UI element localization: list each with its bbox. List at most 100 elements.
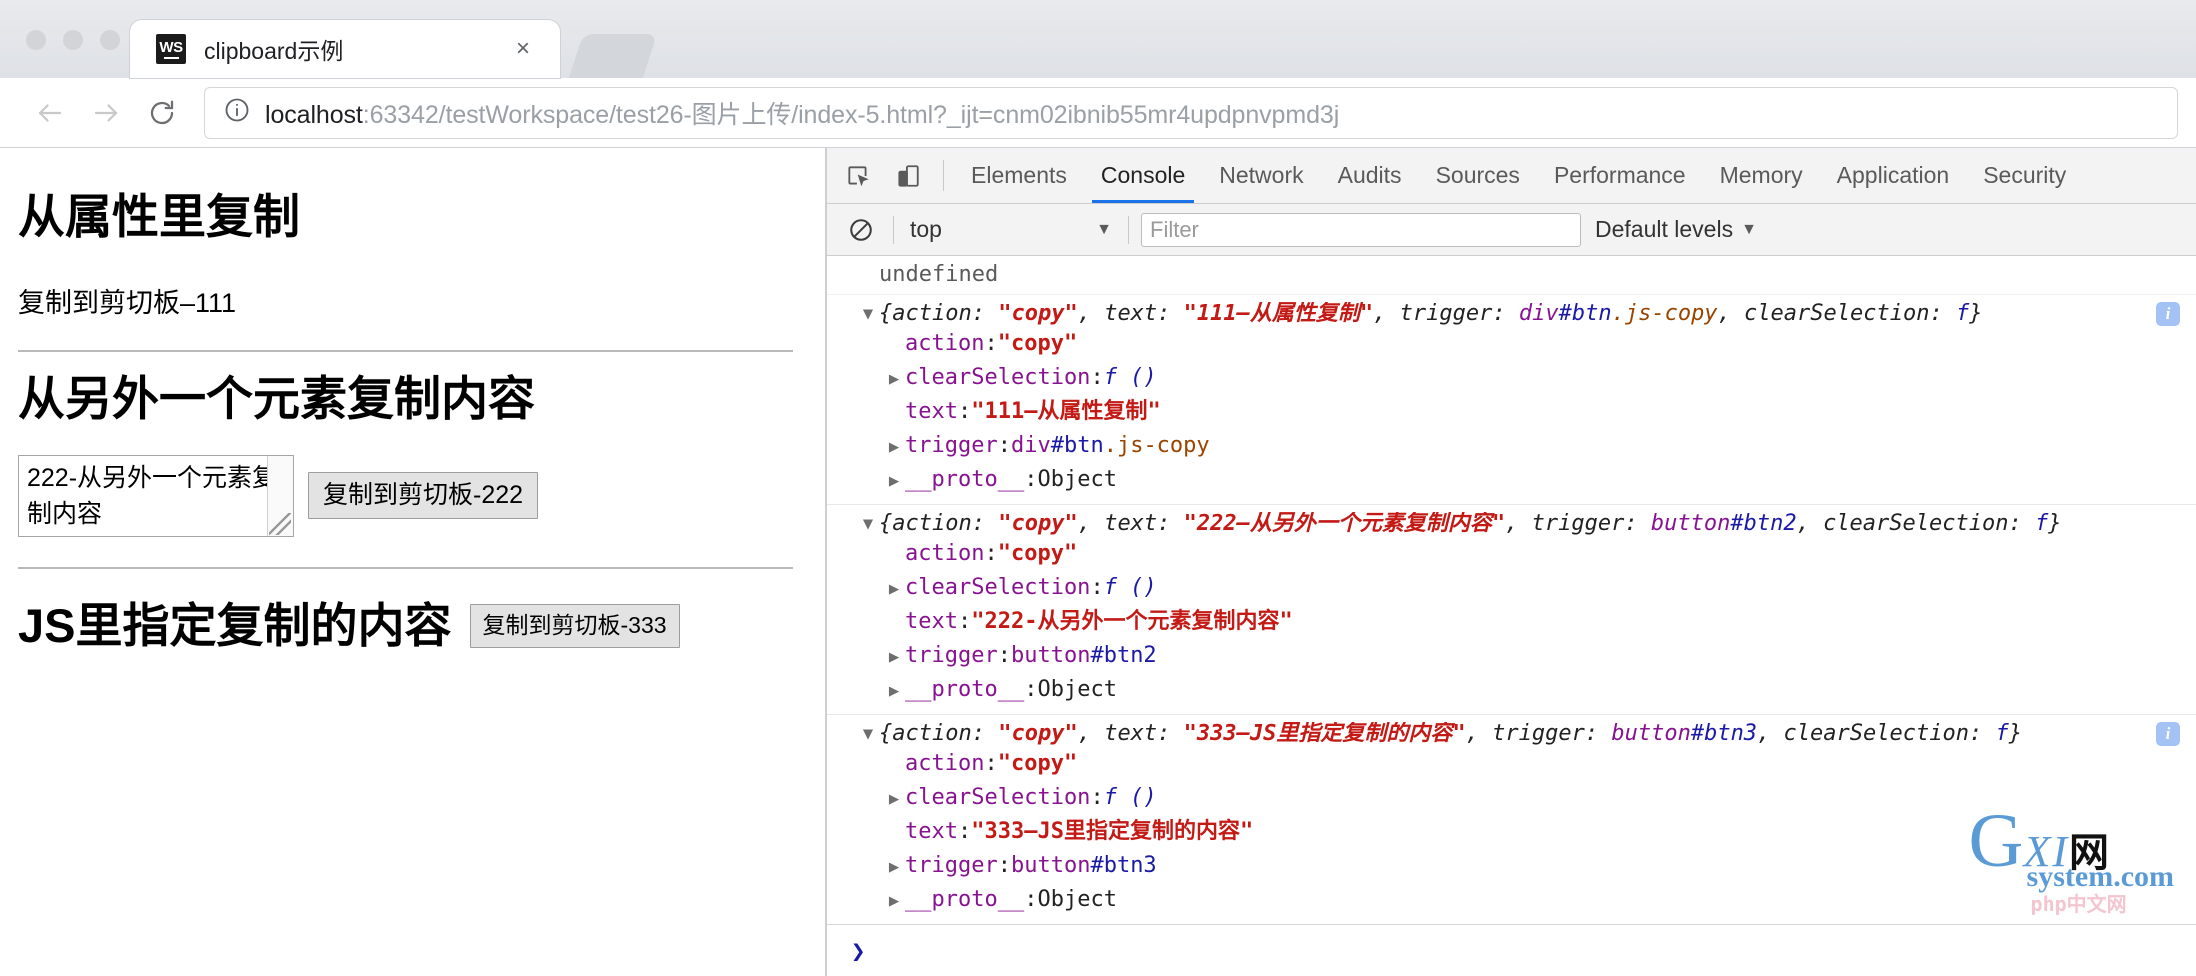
info-badge-icon[interactable]: i bbox=[2156, 302, 2180, 327]
expand-arrow-icon[interactable]: ▶ bbox=[883, 367, 905, 392]
summary-action: "copy" bbox=[998, 722, 1078, 747]
summary-suffix: , clearSelection: bbox=[1717, 302, 1956, 327]
expand-arrow-icon[interactable]: ▶ bbox=[883, 679, 905, 704]
source-textarea[interactable]: 222-从另外一个元素复制内容 bbox=[18, 454, 294, 537]
expand-arrow-icon[interactable]: ▶ bbox=[883, 645, 905, 670]
object-property[interactable]: ▶ __proto__: Object bbox=[827, 673, 2196, 707]
favicon-underline bbox=[163, 56, 179, 59]
object-property[interactable]: ▶ __proto__: Object bbox=[827, 883, 2196, 917]
summary-prefix: {action: bbox=[879, 302, 999, 327]
expand-arrow-icon[interactable]: ▼ bbox=[857, 722, 879, 747]
object-property: text: "111–从属性复制" bbox=[827, 395, 2196, 429]
property-sep: : bbox=[957, 819, 972, 845]
object-property: text: "222-从另外一个元素复制内容" bbox=[827, 605, 2196, 639]
property-key: __proto__ bbox=[905, 887, 1025, 913]
summary-action: "copy" bbox=[998, 302, 1078, 327]
expand-arrow-icon[interactable]: ▶ bbox=[883, 855, 905, 880]
summary-prefix: {action: bbox=[879, 722, 999, 747]
tab-memory[interactable]: Memory bbox=[1703, 148, 1820, 203]
inspect-element-button[interactable] bbox=[833, 148, 883, 203]
copy-trigger-111[interactable]: 复制到剪切板–111 bbox=[18, 281, 793, 320]
object-property[interactable]: ▶ __proto__: Object bbox=[827, 463, 2196, 497]
log-levels-select[interactable]: Default levels ▼ bbox=[1595, 216, 1757, 243]
property-value: "333–JS里指定复制的内容" bbox=[971, 819, 1254, 845]
close-window-button[interactable] bbox=[26, 30, 46, 50]
copy-button-222[interactable]: 复制到剪切板-222 bbox=[308, 471, 539, 520]
window-controls[interactable] bbox=[0, 30, 120, 78]
console-filter-bar: top ▼ Filter Default levels ▼ bbox=[827, 204, 2196, 256]
tab-security[interactable]: Security bbox=[1966, 148, 2083, 203]
object-property[interactable]: ▶ trigger: button #btn2 bbox=[827, 639, 2196, 673]
browser-window: WS clipboard示例 × localhost:63342/testWor… bbox=[0, 0, 2196, 976]
tab-console[interactable]: Console bbox=[1084, 148, 1202, 203]
devtools-panel: Elements Console Network Audits Sources … bbox=[826, 148, 2196, 976]
expand-arrow-icon[interactable]: ▼ bbox=[857, 512, 879, 537]
node-tag: button bbox=[1010, 643, 1091, 669]
tab-performance[interactable]: Performance bbox=[1537, 148, 1703, 203]
object-property[interactable]: ▶ clearSelection: f () bbox=[827, 361, 2196, 395]
expand-arrow-icon[interactable]: ▶ bbox=[883, 889, 905, 914]
property-value: f () bbox=[1103, 785, 1157, 811]
object-summary[interactable]: ▼ {action: "copy", text: "111–从属性复制", tr… bbox=[827, 302, 2196, 327]
forward-button[interactable] bbox=[78, 85, 134, 141]
reload-icon bbox=[150, 100, 174, 124]
summary-suffix: , clearSelection: bbox=[1757, 722, 1996, 747]
close-tab-icon[interactable]: × bbox=[508, 33, 538, 65]
property-key: clearSelection bbox=[905, 785, 1091, 811]
tab-sources[interactable]: Sources bbox=[1419, 148, 1537, 203]
execution-context-select[interactable]: top ▼ bbox=[906, 216, 1116, 243]
summary-text: "111–从属性复制" bbox=[1183, 302, 1374, 327]
expand-arrow-icon[interactable]: ▶ bbox=[883, 435, 905, 460]
minimize-window-button[interactable] bbox=[63, 30, 83, 50]
expand-arrow-icon[interactable]: ▶ bbox=[883, 577, 905, 602]
node-id: #btn3 bbox=[1090, 853, 1157, 879]
filter-placeholder: Filter bbox=[1150, 216, 1199, 242]
expand-arrow-icon[interactable]: ▶ bbox=[883, 469, 905, 494]
console-output[interactable]: undefined ▼ {action: "copy", text: "111–… bbox=[827, 256, 2196, 924]
property-sep: : bbox=[957, 399, 972, 425]
address-bar[interactable]: localhost:63342/testWorkspace/test26-图片上… bbox=[204, 86, 2178, 139]
new-tab-button[interactable] bbox=[568, 34, 658, 78]
info-badge-icon[interactable]: i bbox=[2156, 722, 2180, 747]
summary-mid: , text: bbox=[1077, 512, 1184, 537]
object-summary[interactable]: ▼ {action: "copy", text: "333–JS里指定复制的内容… bbox=[827, 722, 2196, 747]
favicon-text: WS bbox=[159, 38, 183, 56]
node-tag: button bbox=[1010, 853, 1091, 879]
property-value: f () bbox=[1103, 575, 1157, 601]
tab-elements[interactable]: Elements bbox=[954, 148, 1084, 203]
summary-trigger-id: #btn3 bbox=[1690, 722, 1758, 747]
console-filter-input[interactable]: Filter bbox=[1141, 212, 1581, 247]
object-property[interactable]: ▶ clearSelection: f () bbox=[827, 571, 2196, 605]
toolbar-divider bbox=[943, 160, 944, 191]
tab-application[interactable]: Application bbox=[1820, 148, 1967, 203]
reload-button[interactable] bbox=[134, 85, 190, 141]
expand-arrow-icon[interactable]: ▼ bbox=[857, 302, 879, 327]
tab-network[interactable]: Network bbox=[1202, 148, 1320, 203]
copy-button-333[interactable]: 复制到剪切板-333 bbox=[469, 604, 680, 648]
maximize-window-button[interactable] bbox=[100, 30, 120, 50]
execution-context-value: top bbox=[910, 216, 942, 242]
expand-arrow-icon[interactable]: ▶ bbox=[883, 787, 905, 812]
device-toolbar-button[interactable] bbox=[883, 148, 933, 203]
property-value: "copy" bbox=[997, 751, 1078, 777]
object-property[interactable]: ▶ clearSelection: f () bbox=[827, 781, 2196, 815]
textarea-resize-grip[interactable] bbox=[269, 512, 291, 535]
back-button[interactable] bbox=[22, 85, 78, 141]
console-log-entry: ▼ {action: "copy", text: "333–JS里指定复制的内容… bbox=[827, 715, 2196, 924]
tab-audits[interactable]: Audits bbox=[1321, 148, 1419, 203]
property-key: __proto__ bbox=[905, 677, 1025, 703]
console-prompt[interactable]: ❯ bbox=[827, 924, 2196, 976]
property-value: Object bbox=[1037, 887, 1117, 913]
object-property[interactable]: ▶ trigger: button #btn3 bbox=[827, 849, 2196, 883]
tab-title: clipboard示例 bbox=[204, 38, 344, 64]
clear-console-button[interactable] bbox=[841, 217, 881, 243]
page-info-icon[interactable] bbox=[223, 96, 251, 129]
property-sep: : bbox=[997, 433, 1011, 459]
property-key: __proto__ bbox=[905, 467, 1025, 493]
object-property[interactable]: ▶ trigger: div #btn .js-copy bbox=[827, 429, 2196, 463]
textarea-value: 222-从另外一个元素复制内容 bbox=[27, 463, 278, 528]
filter-divider-1 bbox=[893, 215, 894, 244]
property-sep: : bbox=[1090, 785, 1104, 811]
browser-tab[interactable]: WS clipboard示例 × bbox=[130, 20, 560, 78]
object-summary[interactable]: ▼ {action: "copy", text: "222–从另外一个元素复制内… bbox=[827, 512, 2196, 537]
